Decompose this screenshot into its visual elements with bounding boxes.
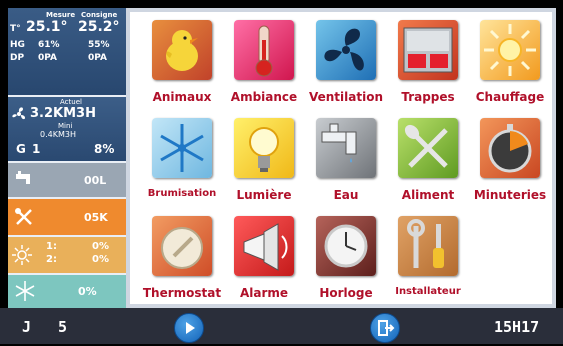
tools-icon [398,216,458,276]
day-value: 5 [58,318,68,336]
actuel-label: Actuel [60,98,82,106]
device-frame: Mesure Consigne T° 25.1° 25.2° HG 61% 55… [0,0,563,344]
mini-label: Mini [58,122,73,130]
exit-button[interactable] [370,313,400,343]
tile-animaux[interactable]: Animaux [134,20,220,112]
tile-ventilation[interactable]: Ventilation [298,20,384,112]
air-percent: 8% [94,142,115,156]
panel-brumisation[interactable]: 0% [8,275,126,308]
panel-mesure[interactable]: Mesure Consigne T° 25.1° 25.2° HG 61% 55… [8,8,126,97]
panel-ventilation[interactable]: Actuel 3.2KM3H Mini 0.4KM3H G 1 8% [8,97,126,163]
g-label: G [16,142,26,156]
faucet-small-icon [16,171,30,184]
main-menu: Animaux Ambiance Ventilation Trappes Cha… [130,12,552,304]
hg-mesure: 61% [38,40,60,50]
tile-trappes[interactable]: Trappes [380,20,466,112]
g-value: 1 [32,142,41,156]
status-sidebar: Mesure Consigne T° 25.1° 25.2° HG 61% 55… [8,8,126,308]
day-label: J [22,318,32,336]
panel-aliment[interactable]: 05K [8,199,126,237]
fork-spoon-icon [398,118,458,178]
tile-aliment[interactable]: Aliment [380,118,466,210]
tile-label: Installateur [395,286,461,297]
t-label: T° [10,24,21,34]
trap-door-icon [398,20,458,80]
chauffage-line2-value: 0% [92,254,109,265]
dp-mesure: 0PA [38,53,57,63]
megaphone-icon [234,216,294,276]
tile-chauffage[interactable]: Chauffage [462,20,548,112]
tile-label: Minuteries [473,188,547,202]
clock-icon [316,216,376,276]
tile-eau[interactable]: Eau [298,118,384,210]
brumisation-value: 0% [78,285,97,298]
clock-time: 15H17 [494,318,540,336]
chick-icon [152,20,212,80]
dp-consigne: 0PA [88,53,107,63]
fan-small-icon [12,107,26,120]
panel-chauffage[interactable]: 1: 0% 2: 0% [8,237,126,275]
thermometer-icon [234,20,294,80]
mini-value: 0.4KM3H [40,130,76,139]
fork-spoon-small-icon [15,208,32,225]
play-button[interactable] [174,313,204,343]
tile-alarme[interactable]: Alarme [216,216,302,308]
dial-icon [152,216,212,276]
faucet-icon [316,118,376,178]
lightbulb-icon [234,118,294,178]
tile-ambiance[interactable]: Ambiance [216,20,302,112]
hg-label: HG [10,40,25,50]
touch-screen: Mesure Consigne T° 25.1° 25.2° HG 61% 55… [8,8,556,308]
exit-icon [378,320,395,336]
panel-eau[interactable]: 00L [8,163,126,199]
stopwatch-icon [480,118,540,178]
chauffage-line1-label: 1: [46,241,57,252]
fan-icon [316,20,376,80]
chauffage-line2-label: 2: [46,254,57,265]
header-mesure: Mesure [46,11,76,19]
eau-value: 00L [84,174,107,187]
snowflake-small-icon [15,281,35,301]
tile-brumisation[interactable]: Brumisation [134,118,220,210]
footer-bar: J 5 15H17 [0,308,563,344]
tile-thermostat[interactable]: Thermostat [134,216,221,308]
dp-label: DP [10,53,25,63]
header-consigne: Consigne [81,11,118,19]
chauffage-line1-value: 0% [92,241,109,252]
actuel-value: 3.2KM3H [30,106,96,121]
tile-horloge[interactable]: Horloge [298,216,384,308]
play-icon [186,322,195,334]
aliment-value: 05K [84,211,108,224]
snowflake-icon [152,118,212,178]
t-consigne: 25.2° [78,19,120,35]
tile-label: Chauffage [475,90,545,104]
sun-icon [480,20,540,80]
tile-minuteries[interactable]: Minuteries [462,118,548,210]
sun-small-icon [12,245,32,265]
hg-consigne: 55% [88,40,110,50]
tile-installateur[interactable]: Installateur [380,216,466,308]
tile-lumiere[interactable]: Lumière [216,118,302,210]
t-mesure: 25.1° [26,19,68,35]
